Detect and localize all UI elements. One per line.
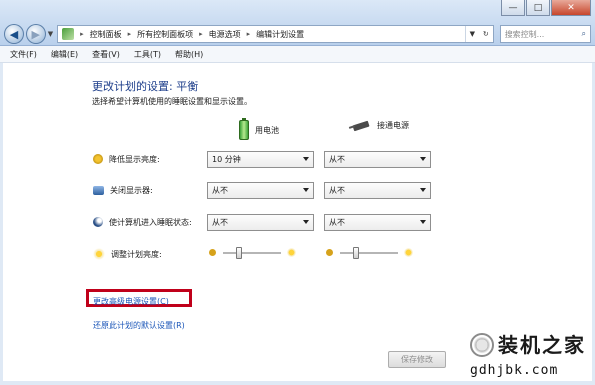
select-value: 从不 — [329, 218, 345, 227]
setting-row-turn-off-display: 关闭显示器: — [93, 181, 220, 199]
advanced-power-settings-link[interactable]: 更改高级电源设置(C) — [93, 296, 169, 307]
select-value: 从不 — [212, 218, 228, 227]
window-controls: — □ ✕ — [501, 0, 591, 16]
search-input[interactable]: 搜索控制... ⌕ — [499, 25, 592, 43]
slider-track[interactable] — [340, 252, 398, 254]
setting-row-brightness: 调整计划亮度: — [93, 245, 221, 263]
search-icon[interactable]: ⌕ — [582, 29, 586, 39]
address-dropdown-icon[interactable]: ▼ — [470, 30, 475, 38]
brightness-icon — [93, 248, 105, 260]
plugged-column-label: 接通电源 — [377, 121, 409, 130]
forward-button[interactable]: ▶ — [25, 24, 46, 44]
menu-help[interactable]: 帮助(H) — [175, 49, 203, 60]
dim-display-battery-select[interactable]: 10 分钟 — [207, 151, 314, 168]
brightness-plugged-slider[interactable] — [326, 246, 416, 260]
menu-file[interactable]: 文件(F) — [10, 49, 37, 60]
chevron-down-icon — [420, 188, 426, 192]
battery-column-label: 用电池 — [255, 125, 279, 135]
watermark-url: gdhjbk.com — [470, 363, 559, 378]
monitor-icon — [93, 185, 104, 195]
breadcrumb-all-items[interactable]: 所有控制面板项 — [137, 29, 193, 40]
watermark-logo-icon — [470, 333, 494, 357]
dim-icon — [93, 154, 103, 164]
breadcrumb-separator[interactable]: ▸ — [199, 30, 203, 38]
brightness-low-icon — [209, 249, 216, 256]
navigation-bar: ◀ ▶ ▼ ▸ 控制面板 ▸ 所有控制面板项 ▸ 电源选项 ▸ 编辑计划设置 ▼… — [4, 23, 592, 45]
select-value: 10 分钟 — [212, 155, 241, 164]
power-plug-icon — [349, 121, 371, 131]
minimize-button[interactable]: — — [501, 0, 525, 16]
setting-label: 关闭显示器: — [110, 185, 153, 195]
brightness-high-icon — [403, 247, 414, 258]
chevron-down-icon — [303, 220, 309, 224]
address-bar[interactable]: ▸ 控制面板 ▸ 所有控制面板项 ▸ 电源选项 ▸ 编辑计划设置 ▼ ↻ — [57, 25, 494, 43]
breadcrumb-control-panel[interactable]: 控制面板 — [90, 29, 122, 40]
turn-off-display-battery-select[interactable]: 从不 — [207, 182, 314, 199]
breadcrumb-edit-plan[interactable]: 编辑计划设置 — [256, 29, 304, 40]
select-value: 从不 — [329, 155, 345, 164]
breadcrumb-separator[interactable]: ▸ — [128, 30, 132, 38]
restore-defaults-link[interactable]: 还原此计划的默认设置(R) — [93, 320, 185, 331]
setting-label: 降低显示亮度: — [109, 154, 160, 164]
menu-edit[interactable]: 编辑(E) — [51, 49, 78, 60]
chevron-down-icon — [420, 157, 426, 161]
menu-view[interactable]: 查看(V) — [92, 49, 120, 60]
breadcrumb-separator[interactable]: ▸ — [80, 30, 84, 38]
page-title: 更改计划的设置: 平衡 — [92, 80, 199, 93]
close-button[interactable]: ✕ — [551, 0, 591, 16]
chevron-down-icon — [303, 157, 309, 161]
brightness-battery-slider[interactable] — [209, 246, 299, 260]
save-changes-button[interactable]: 保存修改 — [388, 351, 446, 368]
recent-pages-dropdown[interactable]: ▼ — [48, 30, 53, 38]
address-controls: ▼ ↻ — [464, 26, 493, 42]
menu-bar: 文件(F) 编辑(E) 查看(V) 工具(T) 帮助(H) — [0, 46, 595, 63]
slider-thumb[interactable] — [353, 247, 359, 259]
dim-display-plugged-select[interactable]: 从不 — [324, 151, 431, 168]
chevron-down-icon — [420, 220, 426, 224]
search-placeholder: 搜索控制... — [504, 29, 545, 39]
page-description: 选择希望计算机使用的睡眠设置和显示设置。 — [92, 97, 252, 106]
plugged-column-header: 接通电源 — [349, 120, 409, 131]
setting-row-dim-display: 降低显示亮度: — [93, 150, 219, 168]
setting-label: 使计算机进入睡眠状态: — [109, 217, 192, 227]
sleep-plugged-select[interactable]: 从不 — [324, 214, 431, 231]
breadcrumb-power-options[interactable]: 电源选项 — [209, 29, 241, 40]
brightness-low-icon — [326, 249, 333, 256]
battery-column-header: 用电池 — [239, 118, 279, 140]
slider-track[interactable] — [223, 252, 281, 254]
title-bar: — □ ✕ ◀ ▶ ▼ ▸ 控制面板 ▸ 所有控制面板项 ▸ 电源选项 ▸ 编辑… — [0, 0, 595, 46]
watermark: 装机之家 gdhjbk.com — [470, 329, 590, 381]
setting-row-sleep: 使计算机进入睡眠状态: — [93, 213, 219, 231]
watermark-title: 装机之家 — [498, 333, 586, 357]
turn-off-display-plugged-select[interactable]: 从不 — [324, 182, 431, 199]
maximize-button[interactable]: □ — [526, 0, 550, 16]
chevron-down-icon — [303, 188, 309, 192]
moon-icon — [93, 217, 103, 227]
back-button[interactable]: ◀ — [4, 24, 24, 44]
select-value: 从不 — [329, 186, 345, 195]
sleep-battery-select[interactable]: 从不 — [207, 214, 314, 231]
setting-label: 调整计划亮度: — [111, 249, 162, 259]
control-panel-icon — [62, 28, 75, 40]
breadcrumb-separator[interactable]: ▸ — [247, 30, 251, 38]
brightness-high-icon — [286, 247, 297, 258]
refresh-icon[interactable]: ↻ — [483, 30, 489, 38]
menu-tools[interactable]: 工具(T) — [134, 49, 161, 60]
slider-thumb[interactable] — [236, 247, 242, 259]
battery-icon — [239, 118, 249, 140]
select-value: 从不 — [212, 186, 228, 195]
